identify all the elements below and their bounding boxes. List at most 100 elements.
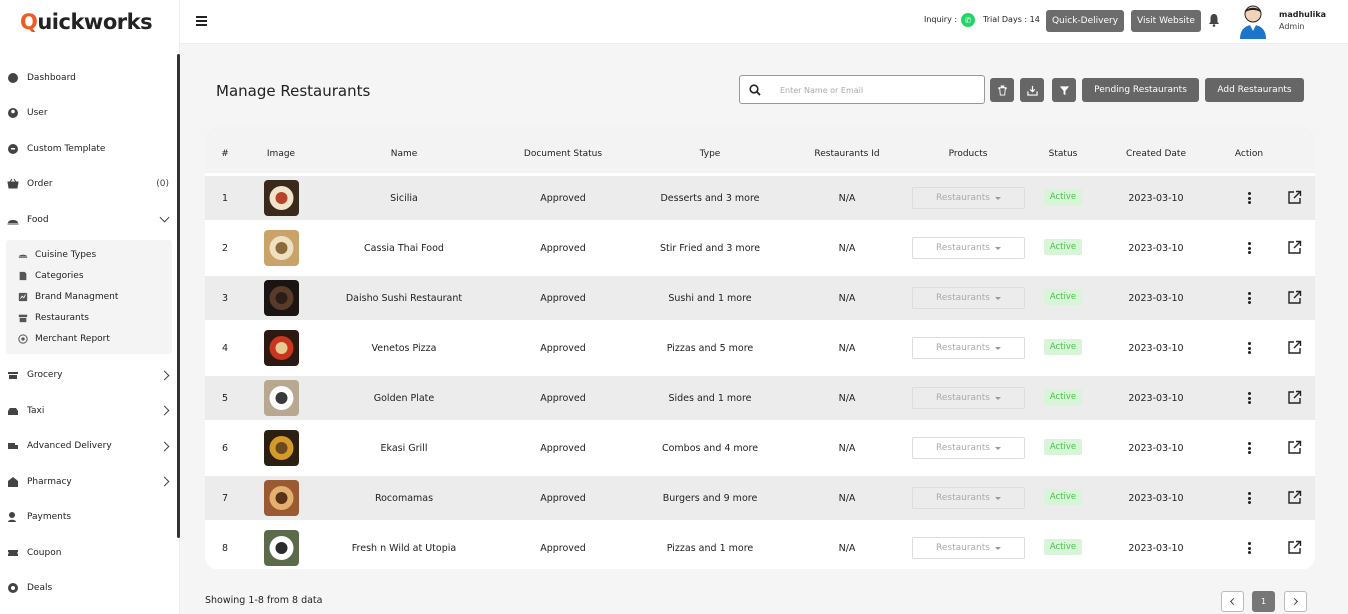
- user-name[interactable]: madhulika: [1279, 10, 1326, 19]
- products-dropdown[interactable]: Restaurants: [912, 187, 1025, 209]
- restaurant-id: N/A: [838, 492, 856, 504]
- col-header: Created Date: [1126, 149, 1186, 159]
- products-dropdown[interactable]: Restaurants: [912, 387, 1025, 409]
- menu-toggle-icon[interactable]: [196, 16, 207, 26]
- external-link-icon[interactable]: [1287, 190, 1302, 205]
- products-dropdown[interactable]: Restaurants: [912, 487, 1025, 509]
- external-link-icon[interactable]: [1287, 390, 1302, 405]
- table-row[interactable]: 3 Daisho Sushi Restaurant Approved Sushi an…: [205, 276, 1315, 320]
- restaurant-name: Golden Plate: [373, 392, 435, 404]
- row-number: 8: [221, 542, 229, 554]
- trial-days: Trial Days : 14: [983, 15, 1040, 24]
- submenu-item-restaurants[interactable]: Restaurants: [6, 308, 172, 329]
- page-number-button[interactable]: 1: [1252, 591, 1275, 612]
- delete-button[interactable]: [990, 78, 1014, 102]
- caret-down-icon: [994, 296, 1001, 300]
- external-link-icon[interactable]: [1287, 340, 1302, 355]
- table-row[interactable]: 2 Cassia Thai Food Approved Stir Fried and …: [205, 226, 1315, 270]
- visit-website-button[interactable]: Visit Website: [1131, 10, 1201, 32]
- status-badge[interactable]: Active: [1044, 439, 1082, 455]
- status-badge[interactable]: Active: [1044, 239, 1082, 255]
- sidebar-item-dashboard[interactable]: Dashboard: [0, 60, 178, 96]
- more-actions-icon[interactable]: [1248, 392, 1251, 404]
- add-restaurants-button[interactable]: Add Restaurants: [1205, 78, 1304, 102]
- external-link-icon[interactable]: [1287, 490, 1302, 505]
- sidebar-scrollbar[interactable]: [177, 54, 180, 538]
- products-dropdown-label: Restaurants: [936, 543, 990, 553]
- sidebar-item-advanced-delivery[interactable]: Advanced Delivery: [0, 429, 178, 465]
- more-actions-icon[interactable]: [1248, 342, 1251, 354]
- restaurant-id: N/A: [838, 342, 856, 354]
- more-actions-icon[interactable]: [1248, 492, 1251, 504]
- created-date: 2023-03-10: [1128, 292, 1184, 304]
- document-status: Approved: [540, 392, 586, 404]
- status-badge[interactable]: Active: [1044, 539, 1082, 555]
- document-status: Approved: [540, 192, 586, 204]
- status-badge[interactable]: Active: [1044, 189, 1082, 205]
- status-badge[interactable]: Active: [1044, 489, 1082, 505]
- sidebar-item-payments[interactable]: Payments: [0, 500, 178, 536]
- sidebar-item-taxi[interactable]: Taxi: [0, 393, 178, 429]
- sidebar-item-food[interactable]: Food: [0, 202, 178, 238]
- download-button[interactable]: [1020, 78, 1044, 102]
- restaurant-image: [264, 230, 299, 266]
- submenu-item-merchant-report[interactable]: Merchant Report: [6, 329, 172, 350]
- restaurant-id: N/A: [838, 192, 856, 204]
- taxi-icon: [6, 404, 20, 418]
- table-row[interactable]: 7 Rocomamas Approved Burgers and 9 more N/A R…: [205, 476, 1315, 520]
- row-number: 5: [221, 392, 229, 404]
- restaurant-type: Pizzas and 5 more: [666, 342, 754, 354]
- products-dropdown[interactable]: Restaurants: [912, 337, 1025, 359]
- submenu-item-brand-managment[interactable]: Brand Managment: [6, 287, 172, 308]
- sidebar-item-user[interactable]: User: [0, 96, 178, 132]
- prev-page-button[interactable]: [1221, 591, 1244, 612]
- table-row[interactable]: 4 Venetos Pizza Approved Pizzas and 5 more N…: [205, 326, 1315, 370]
- more-actions-icon[interactable]: [1248, 292, 1251, 304]
- sidebar-item-pharmacy[interactable]: Pharmacy: [0, 464, 178, 500]
- restaurant-id: N/A: [838, 242, 856, 254]
- table-row[interactable]: 6 Ekasi Grill Approved Combos and 4 more N/A…: [205, 426, 1315, 470]
- next-page-button[interactable]: [1284, 591, 1307, 612]
- caret-down-icon: [994, 446, 1001, 450]
- more-actions-icon[interactable]: [1248, 542, 1251, 554]
- table-row[interactable]: 8 Fresh n Wild at Utopia Approved Pizzas an…: [205, 526, 1315, 569]
- col-header: Products: [948, 149, 988, 159]
- sidebar-item-custom-template[interactable]: Custom Template: [0, 131, 178, 167]
- status-badge[interactable]: Active: [1044, 289, 1082, 305]
- more-actions-icon[interactable]: [1248, 242, 1251, 254]
- bell-icon[interactable]: [1208, 13, 1220, 27]
- products-dropdown[interactable]: Restaurants: [912, 437, 1025, 459]
- sidebar-item-deals[interactable]: Deals: [0, 571, 178, 607]
- products-dropdown[interactable]: Restaurants: [912, 287, 1025, 309]
- sidebar-item-order[interactable]: Order (0): [0, 167, 178, 203]
- external-link-icon[interactable]: [1287, 290, 1302, 305]
- avatar[interactable]: [1238, 3, 1268, 39]
- status-badge[interactable]: Active: [1044, 389, 1082, 405]
- restaurant-name: Venetos Pizza: [371, 342, 437, 354]
- products-dropdown[interactable]: Restaurants: [912, 537, 1025, 559]
- chevron-right-icon: [159, 405, 170, 416]
- submenu-item-label: Cuisine Types: [35, 250, 97, 260]
- search-input[interactable]: [780, 82, 975, 98]
- filter-button[interactable]: [1052, 78, 1076, 102]
- trash-icon: [997, 84, 1007, 96]
- quick-delivery-button[interactable]: Quick-Delivery: [1046, 10, 1124, 32]
- more-actions-icon[interactable]: [1248, 192, 1251, 204]
- table-row[interactable]: 1 Sicilia Approved Desserts and 3 more N/A Re…: [205, 176, 1315, 220]
- restaurant-icon: [17, 312, 29, 324]
- submenu-item-categories[interactable]: Categories: [6, 266, 172, 287]
- restaurant-type: Stir Fried and 3 more: [659, 242, 761, 254]
- brand-logo[interactable]: Quickworks: [20, 10, 153, 34]
- products-dropdown[interactable]: Restaurants: [912, 237, 1025, 259]
- submenu-item-cuisine-types[interactable]: Cuisine Types: [6, 245, 172, 266]
- external-link-icon[interactable]: [1287, 240, 1302, 255]
- more-actions-icon[interactable]: [1248, 442, 1251, 454]
- external-link-icon[interactable]: [1287, 540, 1302, 555]
- status-badge[interactable]: Active: [1044, 339, 1082, 355]
- sidebar-item-coupon[interactable]: Coupon: [0, 535, 178, 571]
- sidebar-item-grocery[interactable]: Grocery: [0, 358, 178, 394]
- table-row[interactable]: 5 Golden Plate Approved Sides and 1 more N/A…: [205, 376, 1315, 420]
- whatsapp-icon[interactable]: ✆: [961, 13, 975, 27]
- external-link-icon[interactable]: [1287, 440, 1302, 455]
- pending-restaurants-button[interactable]: Pending Restaurants: [1082, 78, 1199, 102]
